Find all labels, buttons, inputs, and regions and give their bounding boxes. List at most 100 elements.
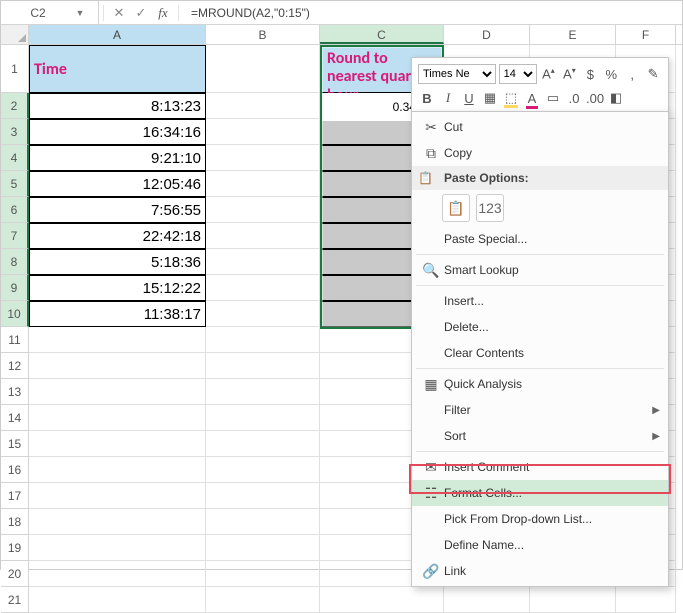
cell[interactable] [206, 535, 320, 561]
comma-icon[interactable]: , [623, 67, 641, 82]
decrease-decimal-icon[interactable]: .0 [565, 91, 583, 106]
row-header[interactable]: 11 [1, 327, 29, 353]
row-header[interactable]: 2 [1, 93, 29, 119]
cell[interactable]: 15:12:22 [29, 275, 206, 301]
row-header[interactable]: 3 [1, 119, 29, 145]
cell[interactable]: 9:21:10 [29, 145, 206, 171]
decrease-font-icon[interactable]: A▾ [560, 66, 578, 81]
menu-quick-analysis[interactable]: ▦Quick Analysis [412, 371, 668, 397]
cell[interactable] [206, 405, 320, 431]
menu-clear-contents[interactable]: Clear Contents [412, 340, 668, 366]
chevron-down-icon[interactable]: ▼ [73, 8, 87, 18]
menu-format-cells[interactable]: ☷Format Cells... [412, 480, 668, 506]
cell[interactable]: 7:56:55 [29, 197, 206, 223]
cell[interactable] [29, 353, 206, 379]
cell[interactable] [206, 379, 320, 405]
menu-link[interactable]: 🔗Link [412, 558, 668, 584]
cell[interactable] [206, 171, 320, 197]
cell[interactable] [206, 275, 320, 301]
row-header[interactable]: 19 [1, 535, 29, 561]
menu-smart-lookup[interactable]: 🔍Smart Lookup [412, 257, 668, 283]
row-header[interactable]: 21 [1, 587, 29, 613]
row-header[interactable]: 8 [1, 249, 29, 275]
cell[interactable]: 11:38:17 [29, 301, 206, 327]
cell[interactable] [206, 93, 320, 119]
cell[interactable] [206, 353, 320, 379]
percent-icon[interactable]: % [602, 67, 620, 82]
name-box-input[interactable] [3, 5, 73, 21]
cell[interactable] [206, 509, 320, 535]
cancel-icon[interactable]: ✕ [108, 5, 130, 21]
row-header[interactable]: 7 [1, 223, 29, 249]
cell[interactable] [320, 587, 444, 613]
cell[interactable] [29, 483, 206, 509]
cell-a1[interactable]: Time [29, 45, 206, 93]
row-header[interactable]: 6 [1, 197, 29, 223]
cell[interactable]: 5:18:36 [29, 249, 206, 275]
font-color-icon[interactable]: A [523, 91, 541, 106]
paste-default-button[interactable]: 📋 [442, 194, 470, 222]
cell[interactable] [206, 197, 320, 223]
row-header[interactable]: 17 [1, 483, 29, 509]
row-header[interactable]: 9 [1, 275, 29, 301]
bold-icon[interactable]: B [418, 91, 436, 106]
cell[interactable] [206, 587, 320, 613]
italic-icon[interactable]: I [439, 90, 457, 106]
underline-icon[interactable]: U [460, 91, 478, 106]
cell[interactable] [29, 431, 206, 457]
menu-insert[interactable]: Insert... [412, 288, 668, 314]
increase-font-icon[interactable]: A▴ [540, 66, 558, 81]
cell[interactable] [206, 249, 320, 275]
formula-input[interactable] [183, 5, 682, 21]
cell[interactable] [206, 145, 320, 171]
menu-sort[interactable]: Sort▶ [412, 423, 668, 449]
row-header[interactable]: 18 [1, 509, 29, 535]
cell[interactable] [29, 509, 206, 535]
cell[interactable]: 16:34:16 [29, 119, 206, 145]
col-header-a[interactable]: A [29, 25, 206, 44]
row-header[interactable]: 1 [1, 45, 29, 93]
cell[interactable] [206, 119, 320, 145]
col-header-e[interactable]: E [530, 25, 616, 44]
cell[interactable] [444, 587, 530, 613]
cell[interactable]: 22:42:18 [29, 223, 206, 249]
confirm-icon[interactable]: ✓ [130, 5, 152, 21]
cell[interactable] [206, 483, 320, 509]
borders-icon[interactable]: ▦ [481, 90, 499, 106]
cell[interactable] [616, 587, 676, 613]
col-header-f[interactable]: F [616, 25, 676, 44]
cell[interactable] [530, 587, 616, 613]
cell-b1[interactable] [206, 45, 320, 93]
cell[interactable] [29, 405, 206, 431]
font-select[interactable]: Times Ne [418, 64, 496, 84]
format-painter-icon[interactable]: ✎ [644, 66, 662, 82]
cell[interactable] [206, 301, 320, 327]
menu-pick-from-list[interactable]: Pick From Drop-down List... [412, 506, 668, 532]
cell[interactable] [29, 327, 206, 353]
row-header[interactable]: 20 [1, 561, 29, 587]
row-header[interactable]: 14 [1, 405, 29, 431]
cell[interactable] [29, 561, 206, 587]
cell[interactable] [206, 431, 320, 457]
row-header[interactable]: 10 [1, 301, 29, 327]
menu-filter[interactable]: Filter▶ [412, 397, 668, 423]
menu-define-name[interactable]: Define Name... [412, 532, 668, 558]
row-header[interactable]: 13 [1, 379, 29, 405]
col-header-b[interactable]: B [206, 25, 320, 44]
col-header-c[interactable]: C [320, 25, 444, 44]
row-header[interactable]: 16 [1, 457, 29, 483]
cell[interactable] [29, 587, 206, 613]
menu-paste-special[interactable]: Paste Special... [412, 226, 668, 252]
cell[interactable] [29, 535, 206, 561]
col-header-d[interactable]: D [444, 25, 530, 44]
row-header[interactable]: 4 [1, 145, 29, 171]
fill-color-icon[interactable]: ⬚ [502, 90, 520, 106]
font-size-select[interactable]: 14 [499, 64, 537, 84]
cell[interactable] [29, 457, 206, 483]
merge-icon[interactable]: ▭ [544, 90, 562, 106]
cell[interactable]: 8:13:23 [29, 93, 206, 119]
name-box[interactable]: ▼ [1, 1, 99, 24]
cell[interactable] [206, 223, 320, 249]
cell[interactable] [206, 457, 320, 483]
menu-cut[interactable]: ✂Cut [412, 114, 668, 140]
